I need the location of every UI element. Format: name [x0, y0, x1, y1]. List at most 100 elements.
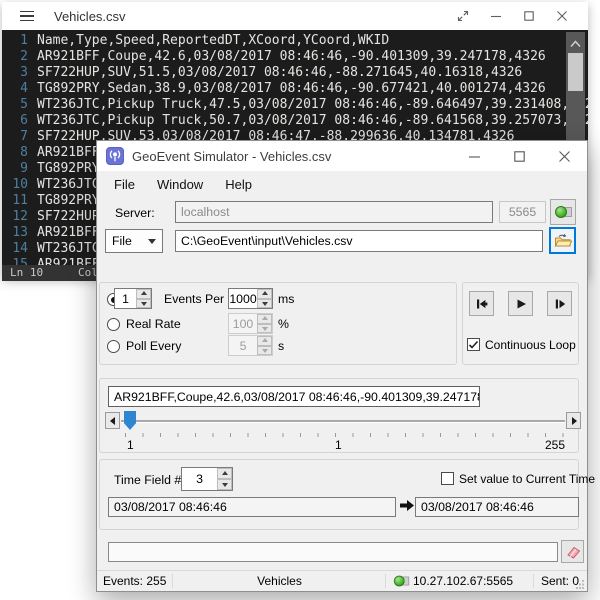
- source-type-value: File: [112, 234, 132, 248]
- scroll-up-icon[interactable]: [566, 32, 585, 53]
- line-text[interactable]: AR921BFF: [37, 145, 100, 161]
- spin-up-icon[interactable]: [136, 289, 151, 299]
- real-rate-spinner: 100: [228, 313, 273, 334]
- line-number: 4: [2, 81, 28, 97]
- maximize-icon[interactable]: [512, 2, 545, 30]
- open-folder-icon: [554, 233, 572, 248]
- editor-line[interactable]: 3SF722HUP,SUV,51.5,03/08/2017 08:46:46,-…: [2, 65, 588, 81]
- line-number: 10: [2, 177, 28, 193]
- spin-up-icon: [257, 336, 272, 346]
- set-current-time-checkbox[interactable]: [441, 472, 454, 485]
- interval-unit-label: ms: [278, 292, 294, 306]
- line-text[interactable]: WT236JTC: [37, 177, 100, 193]
- events-count-status: Events: 255: [103, 574, 166, 588]
- real-rate-radio[interactable]: [107, 318, 120, 331]
- line-text[interactable]: Name,Type,Speed,ReportedDT,XCoord,YCoord…: [37, 33, 389, 49]
- geoevent-simulator-window: GeoEvent Simulator - Vehicles.csv File W…: [96, 140, 588, 592]
- line-text[interactable]: WT236JTC,Pickup Truck,47.5,03/08/2017 08…: [37, 97, 588, 113]
- slider-left-button[interactable]: [105, 412, 120, 429]
- separator: [172, 574, 173, 588]
- slider-right-button[interactable]: [566, 412, 581, 429]
- line-number: 5: [2, 97, 28, 113]
- connect-button[interactable]: [550, 199, 576, 225]
- line-number: 1: [2, 33, 28, 49]
- line-text[interactable]: TG892PRY: [37, 193, 100, 209]
- event-slider-track[interactable]: [121, 420, 565, 423]
- line-text[interactable]: SF722HUP: [37, 209, 100, 225]
- file-path-field[interactable]: C:\GeoEvent\input\Vehicles.csv: [175, 230, 543, 252]
- sent-count-status: Sent: 0: [541, 574, 579, 588]
- server-host-field: localhost: [175, 201, 493, 223]
- poll-every-radio[interactable]: [107, 340, 120, 353]
- minimize-icon[interactable]: [452, 141, 497, 171]
- source-type-dropdown[interactable]: File: [105, 229, 163, 253]
- real-rate-label: Real Rate: [126, 317, 181, 331]
- line-number: 11: [2, 193, 28, 209]
- line-text[interactable]: WT236JTC: [37, 241, 100, 257]
- line-text[interactable]: TG892PRY,Sedan,38.9,03/08/2017 08:46:46,…: [37, 81, 546, 97]
- editor-line[interactable]: 4 TG892PRY,Sedan,38.9,03/08/2017 08:46:46…: [2, 81, 588, 97]
- simulator-statusbar: Events: 255 Vehicles 10.27.102.67:5565 S…: [97, 570, 587, 591]
- fullscreen-icon[interactable]: [446, 2, 479, 30]
- interval-spinner[interactable]: 1000: [228, 288, 273, 309]
- menubar: File Window Help: [97, 171, 587, 197]
- scrollbar-thumb[interactable]: [568, 53, 583, 91]
- time-field-spinner[interactable]: 3: [181, 467, 233, 491]
- simulator-titlebar[interactable]: GeoEvent Simulator - Vehicles.csv: [97, 141, 587, 171]
- line-text[interactable]: SF722HUP,SUV,51.5,03/08/2017 08:46:46,-8…: [37, 65, 522, 81]
- editor-line[interactable]: 6WT236JTC,Pickup Truck,50.7,03/08/2017 0…: [2, 113, 588, 129]
- server-label: Server:: [115, 206, 155, 220]
- line-number: 8: [2, 145, 28, 161]
- connection-status-icon: [555, 205, 572, 219]
- arrow-right-icon: [399, 499, 415, 512]
- progress-output-bar: [108, 542, 558, 562]
- line-text[interactable]: WT236JTC,Pickup Truck,50.7,03/08/2017 08…: [37, 113, 588, 129]
- slider-position-label: 1: [335, 438, 342, 452]
- spin-up-icon[interactable]: [217, 468, 232, 479]
- line-text[interactable]: AR921BFF: [37, 225, 100, 241]
- poll-every-label: Poll Every: [126, 339, 181, 353]
- editor-line[interactable]: 5 WT236JTC,Pickup Truck,47.5,03/08/2017 0…: [2, 97, 588, 113]
- skip-to-start-button[interactable]: [469, 291, 494, 316]
- server-port-field: 5565: [499, 201, 546, 223]
- editor-titlebar[interactable]: Vehicles.csv: [2, 2, 588, 30]
- simulator-window-title: GeoEvent Simulator - Vehicles.csv: [132, 149, 331, 164]
- spin-up-icon[interactable]: [257, 289, 272, 299]
- line-text[interactable]: AR921BFF: [37, 257, 100, 265]
- line-number: 15: [2, 257, 28, 265]
- step-forward-button[interactable]: [547, 291, 572, 316]
- menu-file[interactable]: File: [103, 174, 146, 195]
- time-from-field[interactable]: 03/08/2017 08:46:46: [108, 497, 396, 517]
- spin-down-icon[interactable]: [217, 479, 232, 490]
- menu-help[interactable]: Help: [214, 174, 263, 195]
- resize-grip[interactable]: [575, 579, 585, 589]
- continuous-loop-checkbox[interactable]: [467, 338, 480, 351]
- browse-file-button[interactable]: [549, 227, 576, 254]
- editor-line[interactable]: 2AR921BFF,Coupe,42.6,03/08/2017 08:46:46…: [2, 49, 588, 65]
- line-text[interactable]: TG892PRY: [37, 161, 100, 177]
- events-per-label: Events Per: [164, 292, 224, 306]
- minimize-icon[interactable]: [479, 2, 512, 30]
- hamburger-menu-icon[interactable]: [20, 11, 34, 22]
- close-icon[interactable]: [542, 141, 587, 171]
- eraser-icon: [565, 545, 581, 559]
- continuous-loop-label: Continuous Loop: [485, 338, 576, 352]
- play-button[interactable]: [508, 291, 533, 316]
- line-text[interactable]: AR921BFF,Coupe,42.6,03/08/2017 08:46:46,…: [37, 49, 546, 65]
- slider-min-label: 1: [127, 438, 134, 452]
- events-count-spinner[interactable]: 1: [114, 288, 152, 309]
- spin-down-icon[interactable]: [136, 299, 151, 309]
- current-event-field[interactable]: AR921BFF,Coupe,42.6,03/08/2017 08:46:46,…: [108, 386, 480, 407]
- spin-up-icon: [257, 314, 272, 324]
- spin-down-icon: [257, 346, 272, 356]
- close-icon[interactable]: [545, 2, 578, 30]
- time-to-field[interactable]: 03/08/2017 08:46:46: [415, 497, 579, 517]
- clear-button[interactable]: [561, 540, 584, 563]
- line-number: 7: [2, 129, 28, 145]
- spin-down-icon[interactable]: [257, 299, 272, 309]
- cursor-line-indicator: Ln 10: [10, 265, 43, 281]
- menu-window[interactable]: Window: [146, 174, 214, 195]
- line-number: 12: [2, 209, 28, 225]
- editor-line[interactable]: 1 Name,Type,Speed,ReportedDT,XCoord,YCoor…: [2, 33, 588, 49]
- maximize-icon[interactable]: [497, 141, 542, 171]
